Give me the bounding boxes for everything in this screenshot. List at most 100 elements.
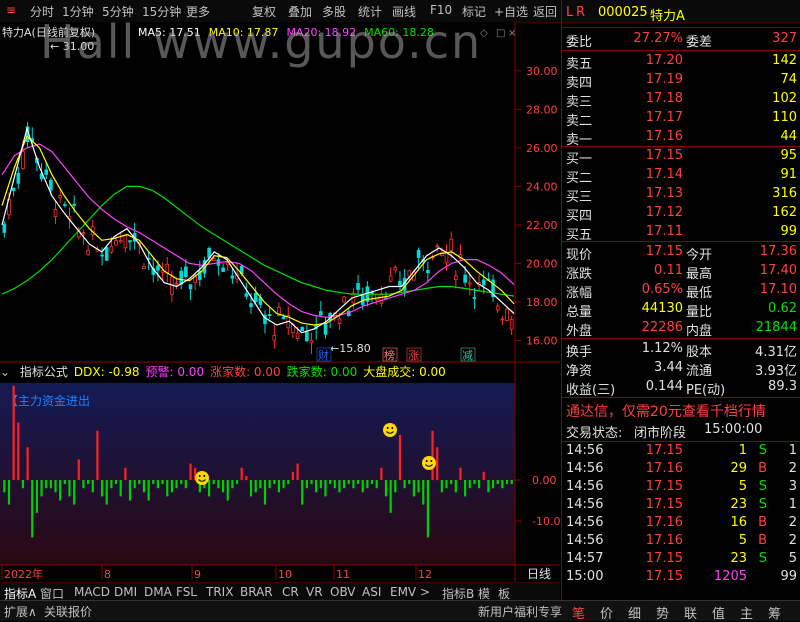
stat-row: 涨幅 0.65% 最低 17.10 [562, 281, 800, 301]
bid-volume: 162 [772, 205, 797, 220]
tick-count: 1 [788, 497, 797, 512]
candle-body [53, 209, 58, 217]
ask-price: 17.18 [645, 91, 683, 106]
tick-count: 99 [780, 569, 797, 584]
candle-body [100, 254, 104, 257]
candle-body [44, 169, 49, 175]
kline-chart-area[interactable]: 30.00 28.00 26.00 24.00 22.00 20.00 18.00 16.00… [0, 22, 560, 597]
candle-body [323, 323, 328, 335]
x-tick-label: 8 [104, 568, 111, 581]
event-marker-label: 减 [462, 349, 473, 362]
price-tick-label: 20.00 [526, 257, 558, 270]
ask-row: 卖二 17.17 110 [562, 109, 800, 129]
price-tick-label: 30.00 [526, 65, 558, 78]
smiley-eye [198, 475, 201, 477]
toolbar-12[interactable]: +自选 [494, 3, 528, 20]
quote-tab[interactable]: 联 [684, 603, 697, 622]
stat-label: 内盘 [686, 324, 713, 339]
close-icon[interactable]: × [508, 28, 516, 39]
tick-row: 14:56 17.16 29 B 2 [562, 460, 800, 479]
smiley-icon [195, 471, 209, 485]
candle-body [416, 249, 421, 258]
quote-tab[interactable]: 势 [656, 603, 669, 622]
candle-body [179, 270, 184, 285]
candle-body [505, 308, 509, 321]
tick-price: 17.16 [645, 533, 683, 548]
maximize-icon[interactable]: □ [496, 28, 505, 39]
indicator-tab[interactable]: ASI [362, 585, 381, 599]
indicator-value: 预警: 0.00 [145, 365, 205, 379]
ask-volume: 110 [772, 110, 797, 125]
candle-body [21, 151, 25, 169]
indicator-tab[interactable]: VR [306, 585, 323, 599]
quote-tab[interactable]: 价 [600, 603, 613, 622]
bid-label: 买四 [566, 209, 593, 224]
smiley-eye [386, 427, 389, 429]
menu-icon[interactable]: ≡ [6, 3, 16, 17]
tick-price: 17.16 [645, 461, 683, 476]
bid-price: 17.14 [645, 167, 683, 182]
indicator-tab[interactable]: DMA [144, 585, 172, 599]
quote-tab[interactable]: 笔 [572, 603, 585, 622]
candle-body [63, 204, 67, 206]
quote-tab[interactable]: 筹 [768, 603, 781, 622]
tick-price: 17.15 [645, 497, 683, 512]
ask-label: 卖二 [566, 114, 593, 129]
event-marker-label: 榜 [384, 348, 395, 362]
status-promo[interactable]: 新用户福利专享 [478, 603, 562, 620]
indicator-tab[interactable]: OBV [330, 585, 356, 599]
indicator-tab[interactable]: CR [282, 585, 299, 599]
low-annotation: ←15.80 [330, 342, 371, 355]
tick-row: 14:57 17.15 23 S 5 [562, 550, 800, 569]
status-time: 15:00:00 [704, 422, 763, 437]
ask-label: 卖三 [566, 95, 593, 110]
x-tick-label: 9 [194, 568, 201, 581]
tick-row: 14:56 17.16 16 B 2 [562, 514, 800, 533]
ask-label: 卖五 [566, 57, 593, 72]
fund-value: 89.3 [768, 379, 797, 394]
candle-body [211, 258, 216, 262]
smiley-eye [203, 475, 206, 477]
quote-tab[interactable]: 值 [712, 603, 725, 622]
tick-time: 15:00 [566, 569, 604, 584]
candle-body [16, 172, 21, 184]
stat-row: 现价 17.15 今开 17.36 [562, 243, 800, 263]
candle-body [379, 294, 384, 304]
candle-body [500, 318, 505, 321]
candle-body [342, 296, 346, 303]
candle-body [319, 311, 323, 316]
status-left-item[interactable]: 扩展∧ [4, 603, 37, 620]
indicator-value: DDX: -0.98 [73, 365, 140, 379]
candle-body [244, 293, 249, 297]
tick-row: 14:56 17.15 5 S 3 [562, 478, 800, 497]
indicator-tab[interactable]: EMV [390, 585, 416, 599]
indicator-tab[interactable]: MACD [74, 585, 110, 599]
indicator-tab[interactable]: FSL [176, 585, 197, 599]
fund-value: 3.44 [654, 360, 683, 375]
event-marker-label: 涨 [408, 349, 419, 362]
tick-volume: 16 [730, 515, 747, 530]
indicator-tab[interactable]: BRAR [240, 585, 273, 599]
quote-panel: L R 000025 特力A 委比 27.27% 委差 327 卖五 17.20 142 卖四 17.1… [561, 0, 800, 620]
bid-price: 17.12 [645, 205, 683, 220]
status-value: 闭市阶段 [634, 426, 687, 441]
fund-value: 0.144 [645, 379, 683, 394]
promo-link[interactable]: 通达信，仅需20元查看千档行情 [566, 401, 766, 421]
candle-body [188, 284, 193, 290]
tick-count: 3 [788, 479, 797, 494]
status-left-item[interactable]: 关联报价 [44, 603, 92, 620]
status-bar: 扩展∧ 关联报价 新用户福利专享笔价细势联值主筹 [0, 600, 800, 622]
quote-tab[interactable]: 细 [628, 603, 641, 622]
period-label[interactable]: 日线 [527, 567, 551, 581]
indicator-tab[interactable]: TRIX [206, 585, 233, 599]
quote-tab[interactable]: 主 [740, 603, 753, 622]
smiley-icon [422, 456, 436, 470]
toolbar-13[interactable]: 返回 [533, 3, 557, 20]
fund-value: 3.93亿 [755, 364, 797, 379]
indicator-tab[interactable]: > [420, 585, 430, 599]
chevron-down-icon[interactable]: ⌄ [0, 365, 14, 379]
indicator-value[interactable]: 指标公式 [20, 365, 68, 379]
bid-label: 买二 [566, 171, 593, 186]
indicator-tabs: 指标A 窗口 MACD DMI DMA FSL TRIX BRAR CR VR OBV ASI EMV >… [0, 582, 560, 601]
indicator-tab[interactable]: DMI [114, 585, 137, 599]
